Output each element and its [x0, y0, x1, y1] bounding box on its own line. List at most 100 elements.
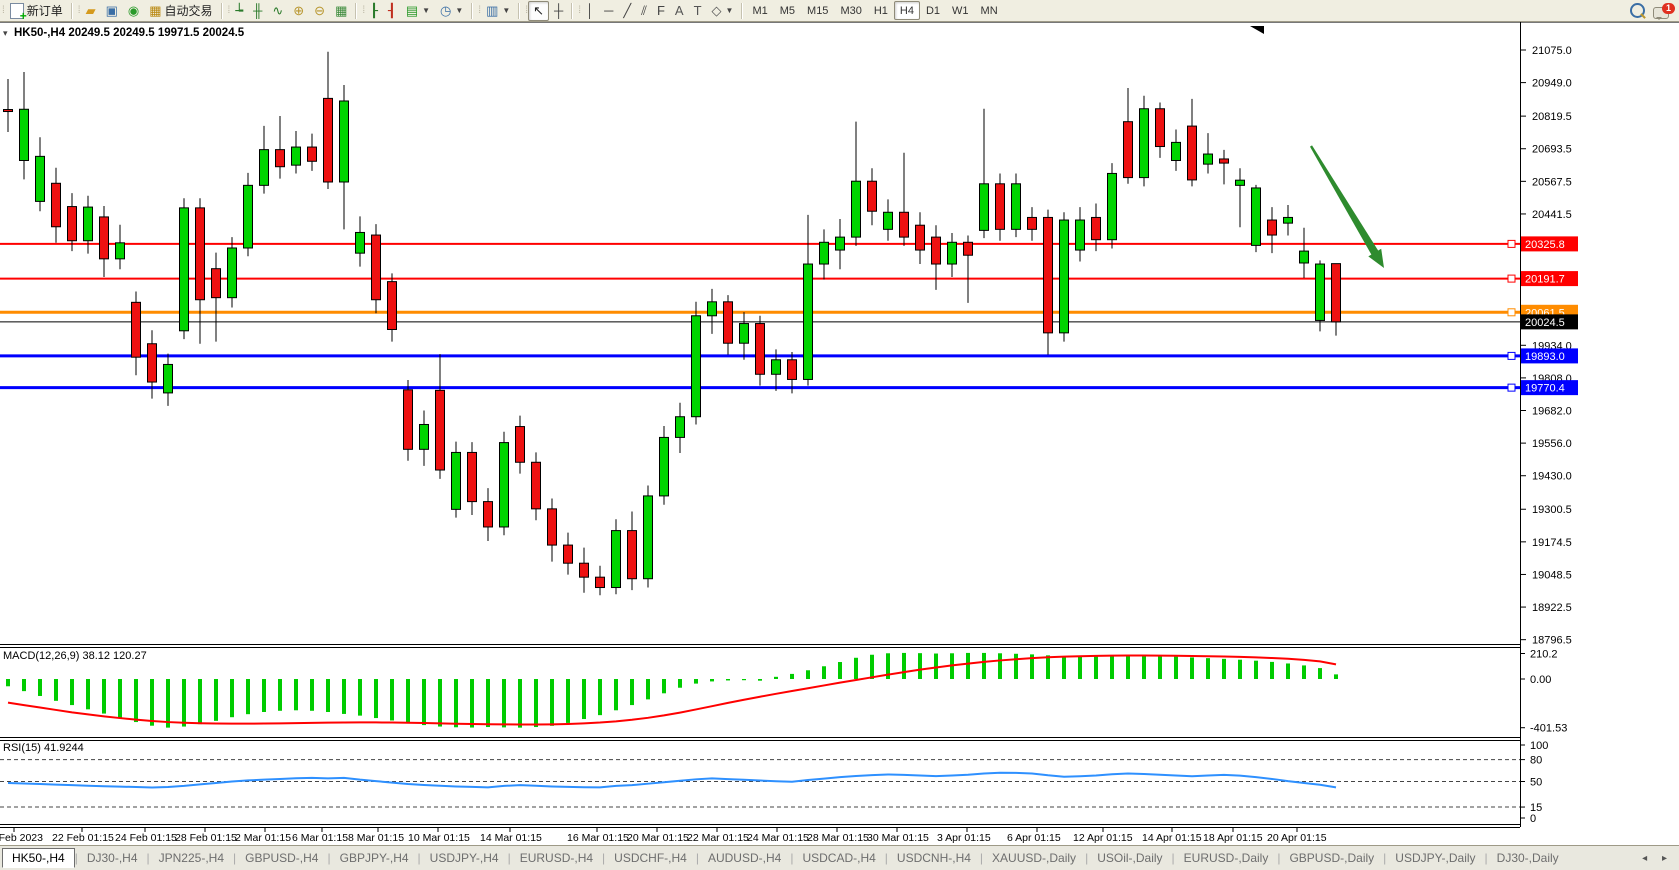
terminal-button[interactable]: ▣ [101, 1, 123, 21]
timeframe-button-m1[interactable]: M1 [746, 1, 773, 20]
price-line-20325.8[interactable] [0, 240, 1520, 247]
time-axis[interactable]: 20 Feb 202322 Feb 01:1524 Feb 01:1528 Fe… [0, 827, 1327, 844]
vline-tool-icon: │ [586, 2, 594, 20]
chart-tab-usdchfh4[interactable]: USDCHF-,H4 [605, 849, 696, 867]
new-chart-button[interactable]: ▤▼ [401, 1, 435, 21]
chart-tab-dj30daily[interactable]: DJ30-,Daily [1488, 849, 1568, 867]
panel-borders [0, 22, 1679, 828]
text-tool-icon: A [675, 2, 684, 20]
new-order-button-label: 新订单 [27, 2, 63, 19]
svg-text:24 Mar 01:15: 24 Mar 01:15 [747, 832, 809, 844]
chart-tab-gbpjpyh4[interactable]: GBPJPY-,H4 [331, 849, 418, 867]
timeframe-button-h4[interactable]: H4 [894, 1, 920, 20]
timeframe-button-m30[interactable]: M30 [834, 1, 867, 20]
new-order-button[interactable]: 新订单 [5, 1, 68, 21]
cursor-tool-button[interactable]: ↖ [528, 1, 549, 21]
svg-text:10 Mar 01:15: 10 Mar 01:15 [408, 832, 470, 844]
candle-chart-mode-button[interactable]: ╫ [248, 1, 267, 21]
autotrade-button[interactable]: ▦自动交易 [144, 1, 217, 21]
line-chart-mode-button[interactable]: ∿ [267, 1, 288, 21]
channel-tool-button[interactable]: ⫽ [636, 1, 652, 21]
price-axis[interactable]: 21075.020949.020819.520693.520567.520441… [1520, 45, 1572, 825]
svg-text:20819.5: 20819.5 [1532, 111, 1572, 123]
chart-tab-usdjpyh4[interactable]: USDJPY-,H4 [421, 849, 508, 867]
signal-button[interactable]: ◉ [123, 1, 144, 21]
chart-tab-gbpusddaily[interactable]: GBPUSD-,Daily [1280, 849, 1383, 867]
auto-scroll-button[interactable]: ┠ [365, 1, 383, 21]
timeframe-button-h1[interactable]: H1 [868, 1, 894, 20]
label-tool-button[interactable]: T [689, 1, 707, 21]
chart-tab-hk50h4[interactable]: HK50-,H4 [2, 848, 75, 868]
period-button[interactable]: ◷▼ [435, 1, 468, 21]
toolbar-drag-handle: ⁞ [578, 5, 579, 16]
chart-tab-xauusddaily[interactable]: XAUUSD-,Daily [983, 849, 1085, 867]
indicators-button[interactable]: ▥▼ [481, 1, 515, 21]
search-icon[interactable] [1630, 3, 1645, 18]
chart-tab-jpn225h4[interactable]: JPN225-,H4 [150, 849, 233, 867]
svg-text:14 Mar 01:15: 14 Mar 01:15 [480, 832, 542, 844]
bar-chart-mode-button[interactable]: ┶ [230, 1, 248, 21]
period-icon: ◷ [440, 2, 451, 20]
trendline-tool-button[interactable]: ╱ [618, 1, 636, 21]
svg-text:14 Apr 01:15: 14 Apr 01:15 [1142, 832, 1202, 844]
svg-text:19682.0: 19682.0 [1532, 406, 1572, 418]
zoom-in-button[interactable]: ⊕ [288, 1, 309, 21]
toolbar-drag-handle: ⁞ [2, 5, 3, 16]
chart-tab-dj30h4[interactable]: DJ30-,H4 [78, 849, 147, 867]
svg-text:100: 100 [1530, 740, 1548, 752]
svg-text:50: 50 [1530, 777, 1542, 789]
chart-canvas[interactable]: 21075.020949.020819.520693.520567.520441… [0, 0, 1679, 845]
channel-tool-icon: ⫽ [641, 2, 647, 20]
trend-arrow-annotation[interactable] [1310, 145, 1384, 268]
chart-tab-eurusddaily[interactable]: EURUSD-,Daily [1175, 849, 1278, 867]
chevron-down-icon: ▼ [726, 6, 734, 15]
crosshair-tool-icon: ┼ [554, 2, 563, 20]
toolbar-drag-handle: ⁞ [228, 5, 229, 16]
svg-text:20 Apr 01:15: 20 Apr 01:15 [1267, 832, 1327, 844]
crosshair-tool-button[interactable]: ┼ [549, 1, 568, 21]
timeframe-button-m5[interactable]: M5 [774, 1, 801, 20]
timeframe-button-w1[interactable]: W1 [946, 1, 975, 20]
price-line-20061.5[interactable] [0, 309, 1520, 316]
autotrade-icon: ▦ [149, 2, 161, 20]
svg-text:18922.5: 18922.5 [1532, 602, 1572, 614]
svg-text:20024.5: 20024.5 [1525, 317, 1565, 329]
svg-text:19300.5: 19300.5 [1532, 504, 1572, 516]
fibonacci-tool-button[interactable]: F [652, 1, 670, 21]
label-tool-icon: T [694, 2, 702, 20]
svg-text:19770.4: 19770.4 [1525, 383, 1565, 395]
text-tool-button[interactable]: A [670, 1, 689, 21]
shapes-tool-button[interactable]: ◇▼ [707, 1, 739, 21]
timeframe-button-mn[interactable]: MN [975, 1, 1004, 20]
chart-tab-usdcnhh4[interactable]: USDCNH-,H4 [888, 849, 980, 867]
chart-tab-audusdh4[interactable]: AUDUSD-,H4 [699, 849, 790, 867]
chart-title: HK50-,H4 20249.5 20249.5 19971.5 20024.5 [14, 27, 245, 39]
svg-text:16 Mar 01:15: 16 Mar 01:15 [567, 832, 629, 844]
tab-scroll-arrows[interactable]: ◂ ▸ [1642, 853, 1673, 864]
svg-text:80: 80 [1530, 755, 1542, 767]
chart-tab-usoildaily[interactable]: USOil-,Daily [1088, 849, 1171, 867]
vline-tool-button[interactable]: │ [581, 1, 599, 21]
zoom-out-button[interactable]: ⊖ [309, 1, 330, 21]
timeframe-button-m15[interactable]: M15 [801, 1, 834, 20]
tile-windows-button[interactable]: ▦ [330, 1, 352, 21]
tile-windows-icon: ▦ [335, 2, 347, 20]
price-axis-badges: 20325.820191.720061.519893.019770.420024… [1521, 236, 1578, 395]
chart-window-icon: ▰ [86, 2, 96, 20]
rsi-line [8, 773, 1336, 788]
chart-shift-button[interactable]: ┨ [383, 1, 401, 21]
chart-window-button[interactable]: ▰ [81, 1, 101, 21]
chart-tab-usdjpydaily[interactable]: USDJPY-,Daily [1386, 849, 1484, 867]
svg-text:20441.5: 20441.5 [1532, 209, 1572, 221]
hline-tool-button[interactable]: ─ [599, 1, 618, 21]
svg-text:20 Feb 2023: 20 Feb 2023 [0, 832, 43, 844]
chart-tab-gbpusdh4[interactable]: GBPUSD-,H4 [236, 849, 327, 867]
svg-text:20949.0: 20949.0 [1532, 78, 1572, 90]
svg-text:18 Apr 01:15: 18 Apr 01:15 [1203, 832, 1263, 844]
svg-text:19430.0: 19430.0 [1532, 471, 1572, 483]
chart-tab-usdcadh4[interactable]: USDCAD-,H4 [793, 849, 884, 867]
chart-tab-eurusdh4[interactable]: EURUSD-,H4 [511, 849, 602, 867]
svg-text:20325.8: 20325.8 [1525, 239, 1565, 251]
new-chart-icon: ▤ [406, 2, 418, 20]
timeframe-button-d1[interactable]: D1 [920, 1, 946, 20]
